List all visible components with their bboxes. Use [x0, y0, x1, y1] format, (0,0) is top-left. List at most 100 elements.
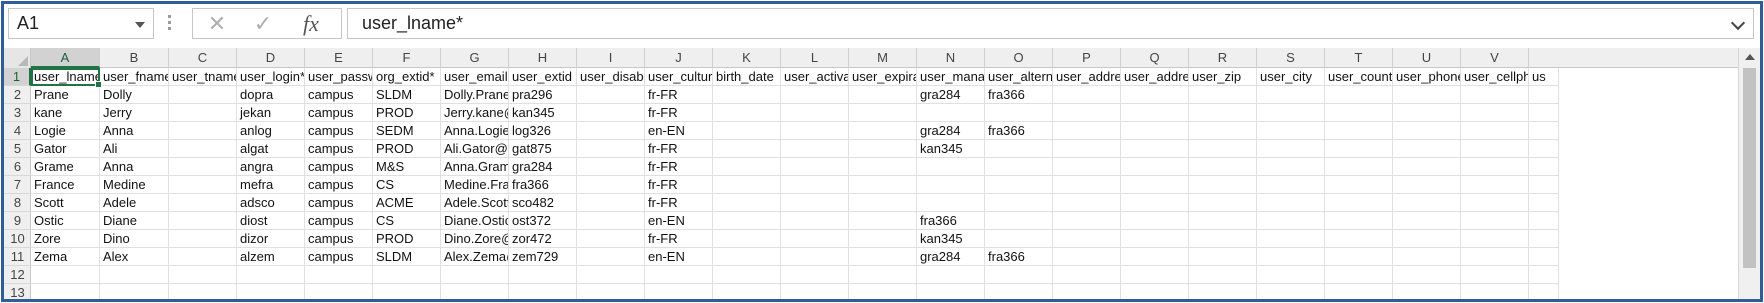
cell-d10[interactable]: dizor [237, 230, 305, 248]
cell-l8[interactable] [781, 194, 849, 212]
cell-k11[interactable] [713, 248, 781, 266]
cell-r10[interactable] [1189, 230, 1257, 248]
cell-a6[interactable]: Grame [31, 158, 100, 176]
cell-h3[interactable]: kan345 [509, 104, 577, 122]
cell-v12[interactable] [1461, 266, 1529, 284]
cell-g10[interactable]: Dino.Zore@a [441, 230, 509, 248]
cell-e10[interactable]: campus [305, 230, 373, 248]
cell-j3[interactable]: fr-FR [645, 104, 713, 122]
cell-p9[interactable] [1053, 212, 1121, 230]
column-header-f[interactable]: F [373, 48, 441, 68]
cell-q1[interactable]: user_address [1121, 68, 1189, 86]
cell-r12[interactable] [1189, 266, 1257, 284]
cell-e3[interactable]: campus [305, 104, 373, 122]
column-header-n[interactable]: N [917, 48, 985, 68]
cell-i7[interactable] [577, 176, 645, 194]
cell-l7[interactable] [781, 176, 849, 194]
cell-g11[interactable]: Alex.Zema@ [441, 248, 509, 266]
cell-h1[interactable]: user_extid [509, 68, 577, 86]
cell-p11[interactable] [1053, 248, 1121, 266]
cell-m11[interactable] [849, 248, 917, 266]
cell-q13[interactable] [1121, 284, 1189, 299]
cell-i3[interactable] [577, 104, 645, 122]
cell-k1[interactable]: birth_date [713, 68, 781, 86]
cell-e12[interactable] [305, 266, 373, 284]
cell-u7[interactable] [1393, 176, 1461, 194]
cell-overflow[interactable] [1529, 212, 1559, 230]
cell-h13[interactable] [509, 284, 577, 299]
cell-j1[interactable]: user_culture [645, 68, 713, 86]
cell-n3[interactable] [917, 104, 985, 122]
cell-s4[interactable] [1257, 122, 1325, 140]
column-header-d[interactable]: D [237, 48, 305, 68]
cell-t9[interactable] [1325, 212, 1393, 230]
cell-overflow[interactable] [1529, 248, 1559, 266]
cell-d3[interactable]: jekan [237, 104, 305, 122]
cell-d12[interactable] [237, 266, 305, 284]
cell-a5[interactable]: Gator [31, 140, 100, 158]
cell-r9[interactable] [1189, 212, 1257, 230]
cell-s1[interactable]: user_city [1257, 68, 1325, 86]
column-header-e[interactable]: E [305, 48, 373, 68]
chevron-down-icon[interactable] [135, 22, 145, 28]
cell-v7[interactable] [1461, 176, 1529, 194]
column-header-s[interactable]: S [1257, 48, 1325, 68]
cell-a11[interactable]: Zema [31, 248, 100, 266]
cell-r5[interactable] [1189, 140, 1257, 158]
cell-u1[interactable]: user_phone [1393, 68, 1461, 86]
cell-u12[interactable] [1393, 266, 1461, 284]
cell-overflow[interactable] [1529, 230, 1559, 248]
cell-f6[interactable]: M&S [373, 158, 441, 176]
cell-c7[interactable] [169, 176, 237, 194]
column-header-h[interactable]: H [509, 48, 577, 68]
cell-t8[interactable] [1325, 194, 1393, 212]
cell-t10[interactable] [1325, 230, 1393, 248]
cell-m1[interactable]: user_expirati [849, 68, 917, 86]
cell-b11[interactable]: Alex [100, 248, 169, 266]
cell-n5[interactable]: kan345 [917, 140, 985, 158]
enter-icon[interactable]: ✓ [243, 9, 283, 38]
cell-h11[interactable]: zem729 [509, 248, 577, 266]
cell-i13[interactable] [577, 284, 645, 299]
column-header-u[interactable]: U [1393, 48, 1461, 68]
row-header-8[interactable]: 8 [4, 194, 31, 212]
cell-q6[interactable] [1121, 158, 1189, 176]
cell-q11[interactable] [1121, 248, 1189, 266]
cell-v5[interactable] [1461, 140, 1529, 158]
row-header-1[interactable]: 1 [4, 68, 31, 86]
cell-g5[interactable]: Ali.Gator@a [441, 140, 509, 158]
cell-s11[interactable] [1257, 248, 1325, 266]
column-header-i[interactable]: I [577, 48, 645, 68]
cell-g12[interactable] [441, 266, 509, 284]
cell-v6[interactable] [1461, 158, 1529, 176]
cell-k4[interactable] [713, 122, 781, 140]
column-header-t[interactable]: T [1325, 48, 1393, 68]
cell-k12[interactable] [713, 266, 781, 284]
cell-r8[interactable] [1189, 194, 1257, 212]
insert-function-button[interactable]: fx [291, 9, 331, 38]
column-header-m[interactable]: M [849, 48, 917, 68]
cell-d6[interactable]: angra [237, 158, 305, 176]
row-header-12[interactable]: 12 [4, 266, 31, 284]
cell-e2[interactable]: campus [305, 86, 373, 104]
cell-u5[interactable] [1393, 140, 1461, 158]
cell-c1[interactable]: user_tname [169, 68, 237, 86]
cell-t11[interactable] [1325, 248, 1393, 266]
cell-d13[interactable] [237, 284, 305, 299]
row-header-13[interactable]: 13 [4, 284, 31, 299]
cell-k9[interactable] [713, 212, 781, 230]
cell-g13[interactable] [441, 284, 509, 299]
cell-t6[interactable] [1325, 158, 1393, 176]
cell-o2[interactable]: fra366 [985, 86, 1053, 104]
cell-d5[interactable]: algat [237, 140, 305, 158]
cell-i10[interactable] [577, 230, 645, 248]
cell-h2[interactable]: pra296 [509, 86, 577, 104]
cell-p13[interactable] [1053, 284, 1121, 299]
cell-n11[interactable]: gra284 [917, 248, 985, 266]
cell-i9[interactable] [577, 212, 645, 230]
cell-a1[interactable]: user_lname* [31, 68, 100, 86]
cell-i11[interactable] [577, 248, 645, 266]
cell-u6[interactable] [1393, 158, 1461, 176]
cell-k5[interactable] [713, 140, 781, 158]
column-header-v[interactable]: V [1461, 48, 1529, 68]
